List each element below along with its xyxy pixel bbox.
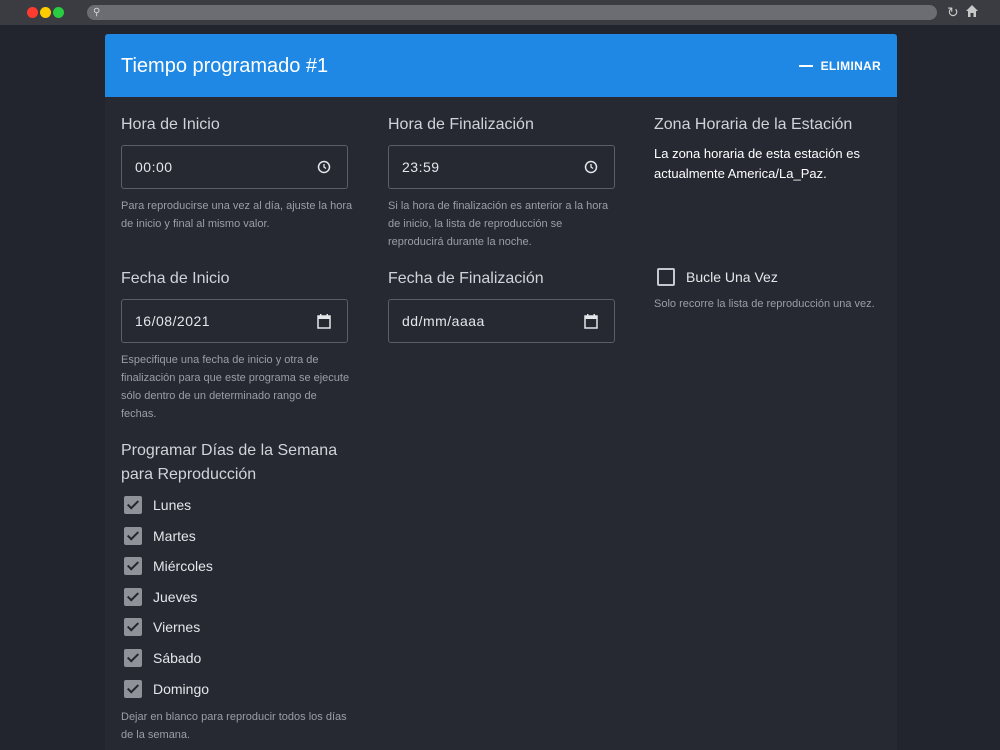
close-window-dot[interactable] [27,7,38,18]
saturday-label[interactable]: Sábado [153,649,201,667]
wednesday-checkbox[interactable] [124,557,142,575]
date-range-help: Especifique una fecha de inicio y otra d… [121,354,350,420]
start-time-label: Hora de Inicio [121,116,220,133]
start-date-input[interactable]: 16/08/2021 [121,299,348,343]
friday-checkbox[interactable] [124,618,142,636]
end-time-help: Si la hora de finalización es anterior a… [388,200,609,248]
card-header: Tiempo programado #1 ELIMINAR [105,34,897,97]
timezone-text: La zona horaria de esta estación es actu… [654,146,860,181]
calendar-icon[interactable] [317,313,331,329]
end-time-label: Hora de Finalización [388,116,534,133]
monday-checkbox[interactable] [124,496,142,514]
start-time-help: Para reproducirse una vez al día, ajuste… [121,200,353,230]
end-date-input[interactable]: dd/mm/aaaa [388,299,615,343]
monday-label[interactable]: Lunes [153,496,191,514]
timezone-label: Zona Horaria de la Estación [654,116,853,133]
end-date-placeholder: dd/mm/aaaa [402,313,485,329]
clock-icon[interactable] [317,159,331,175]
thursday-label[interactable]: Jueves [153,588,197,606]
loop-once-help: Solo recorre la lista de reproducción un… [654,298,875,310]
maximize-window-dot[interactable] [53,7,64,18]
tuesday-checkbox[interactable] [124,527,142,545]
weekdays-label: Programar Días de la Semana para Reprodu… [121,442,338,483]
sunday-label[interactable]: Domingo [153,680,209,698]
wednesday-label[interactable]: Miércoles [153,557,213,575]
calendar-icon[interactable] [584,313,598,329]
minus-icon [798,65,813,67]
search-icon: ⚲ [93,7,101,18]
schedule-card: Tiempo programado #1 ELIMINAR Hora de In… [105,34,897,750]
friday-label[interactable]: Viernes [153,618,200,636]
clock-icon[interactable] [584,159,598,175]
weekdays-help: Dejar en blanco para reproducir todos lo… [121,711,347,741]
tuesday-label[interactable]: Martes [153,527,196,545]
loop-once-label[interactable]: Bucle Una Vez [686,268,778,286]
page-content: Tiempo programado #1 ELIMINAR Hora de In… [0,25,1000,750]
home-icon[interactable] [965,4,979,18]
end-date-label: Fecha de Finalización [388,270,544,287]
end-time-input[interactable]: 23:59 [388,145,615,189]
saturday-checkbox[interactable] [124,649,142,667]
minimize-window-dot[interactable] [40,7,51,18]
loop-once-checkbox[interactable] [657,268,675,286]
thursday-checkbox[interactable] [124,588,142,606]
card-title: Tiempo programado #1 [121,55,329,77]
start-date-value: 16/08/2021 [135,313,211,329]
delete-label: ELIMINAR [820,59,881,73]
start-date-label: Fecha de Inicio [121,270,230,287]
start-time-input[interactable]: 00:00 [121,145,348,189]
reload-icon[interactable]: ↻ [947,4,959,20]
browser-toolbar: ⚲ ↻ [0,0,1000,25]
end-time-value: 23:59 [402,159,440,175]
address-bar[interactable]: ⚲ [87,5,937,20]
delete-button[interactable]: ELIMINAR [798,56,881,76]
sunday-checkbox[interactable] [124,680,142,698]
start-time-value: 00:00 [135,159,173,175]
